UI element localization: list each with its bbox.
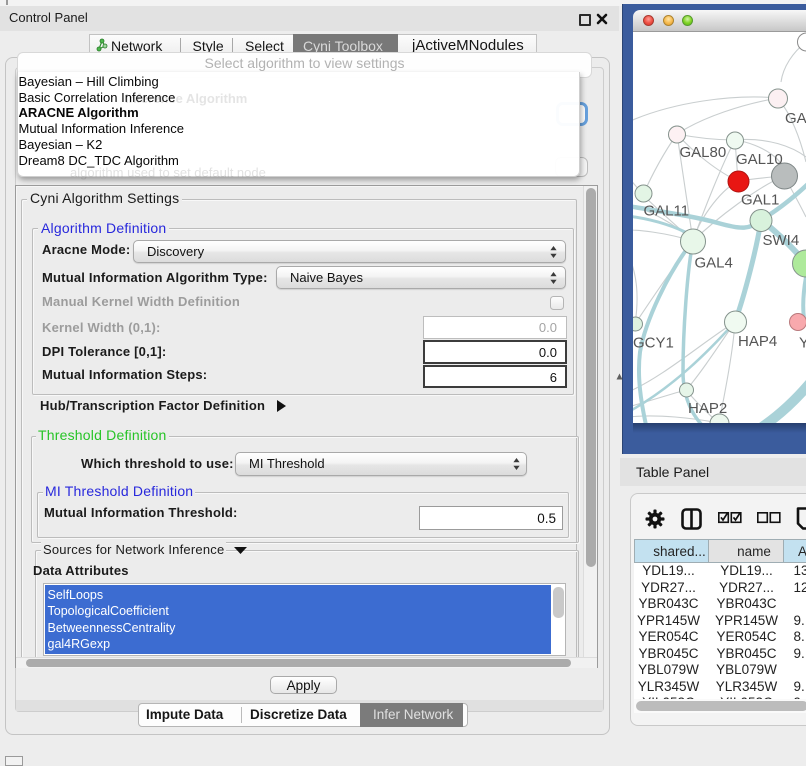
svg-text:HAP2: HAP2 [688, 400, 727, 417]
svg-text:SWI4: SWI4 [763, 232, 800, 249]
svg-text:GAL4: GAL4 [695, 254, 733, 271]
svg-text:HAP4: HAP4 [738, 333, 777, 350]
svg-text:GAL10: GAL10 [736, 151, 783, 168]
svg-text:GAL11: GAL11 [644, 202, 690, 219]
svg-text:GAL: GAL [785, 110, 806, 127]
svg-text:GAL80: GAL80 [680, 144, 727, 161]
svg-text:Y: Y [799, 334, 806, 351]
svg-text:GAL1: GAL1 [741, 191, 779, 208]
svg-text:GCY1: GCY1 [633, 334, 674, 351]
